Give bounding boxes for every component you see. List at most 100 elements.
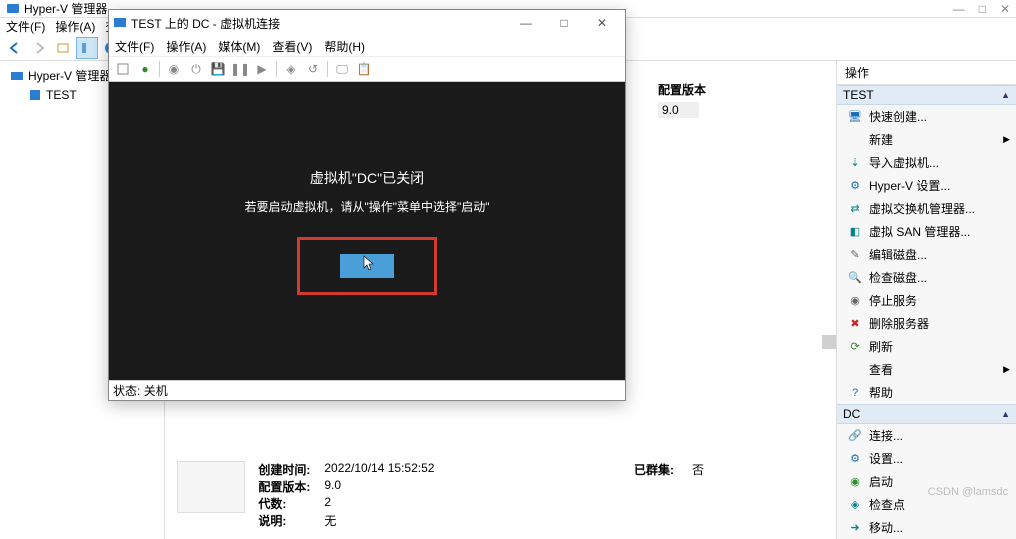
vm-window-title: TEST 上的 DC - 虚拟机连接 (131, 15, 503, 32)
tree-child-label: TEST (46, 88, 77, 102)
blank-icon (847, 132, 863, 148)
config-version-value: 9.0 (658, 102, 699, 118)
vm-shutdown-button[interactable]: ⏻ (186, 59, 206, 79)
vm-turnoff-button[interactable]: ◉ (164, 59, 184, 79)
submenu-arrow-icon: ▶ (1003, 134, 1010, 145)
vswitch-icon: ⇄ (847, 201, 863, 217)
blank-icon (847, 362, 863, 378)
vm-checkpoint-button[interactable]: ◈ (281, 59, 301, 79)
vm-reset-button[interactable]: ▶ (252, 59, 272, 79)
vm-menu-media[interactable]: 媒体(M) (218, 38, 260, 55)
connect-icon: 🔗 (847, 428, 863, 444)
action-new[interactable]: 新建▶ (837, 128, 1016, 151)
main-minimize-button[interactable]: — (953, 2, 965, 16)
action-vsan-mgr[interactable]: ◧虚拟 SAN 管理器... (837, 220, 1016, 243)
vm-status-value: 关机 (144, 382, 168, 399)
action-import-vm[interactable]: ⇣导入虚拟机... (837, 151, 1016, 174)
collapse-icon: ▲ (1001, 409, 1010, 419)
vm-pause-button[interactable]: ❚❚ (230, 59, 250, 79)
nav-back-button[interactable] (4, 37, 26, 59)
vm-enhanced-button[interactable]: 🖵 (332, 59, 352, 79)
vm-menu-file[interactable]: 文件(F) (115, 38, 154, 55)
vm-revert-button[interactable]: ↺ (303, 59, 323, 79)
watermark: CSDN @lamsdc (928, 486, 1008, 498)
action-refresh[interactable]: ⟳刷新 (837, 335, 1016, 358)
start-icon: ◉ (847, 474, 863, 490)
move-icon: ➜ (847, 520, 863, 536)
vm-save-button[interactable]: 💾 (208, 59, 228, 79)
action-settings[interactable]: ⚙设置... (837, 447, 1016, 470)
vm-menu-view[interactable]: 查看(V) (272, 38, 312, 55)
ctrl-alt-del-button[interactable] (113, 59, 133, 79)
created-value: 2022/10/14 15:52:52 (324, 461, 434, 478)
tree-root-label: Hyper-V 管理器 (28, 67, 111, 84)
action-help[interactable]: ?帮助 (837, 381, 1016, 404)
vm-hint-message: 若要启动虚拟机，请从"操作"菜单中选择"启动" (244, 198, 489, 215)
action-hv-settings[interactable]: ⚙Hyper-V 设置... (837, 174, 1016, 197)
vm-start-center-button[interactable] (340, 254, 394, 278)
action-group-dc[interactable]: DC▲ (837, 404, 1016, 424)
config-version-label: 配置版本 (658, 81, 706, 98)
action-edit-disk[interactable]: ✎编辑磁盘... (837, 243, 1016, 266)
vm-titlebar: TEST 上的 DC - 虚拟机连接 — □ ✕ (109, 10, 625, 36)
vm-start-button[interactable]: ● (135, 59, 155, 79)
action-remove-server[interactable]: ✖删除服务器 (837, 312, 1016, 335)
vm-minimize-button[interactable]: — (507, 11, 545, 35)
action-vswitch-mgr[interactable]: ⇄虚拟交换机管理器... (837, 197, 1016, 220)
vm-toolbar: ● ◉ ⏻ 💾 ❚❚ ▶ ◈ ↺ 🖵 📋 (109, 56, 625, 82)
vm-menu-action[interactable]: 操作(A) (166, 38, 206, 55)
toolbar-separator (159, 61, 160, 77)
vm-share-button[interactable]: 📋 (354, 59, 374, 79)
action-view[interactable]: 查看▶ (837, 358, 1016, 381)
vm-thumbnail (177, 461, 245, 513)
settings-icon: ⚙ (847, 451, 863, 467)
vm-close-button[interactable]: ✕ (583, 11, 621, 35)
action-connect[interactable]: 🔗连接... (837, 424, 1016, 447)
checkpoint-icon: ◈ (847, 497, 863, 513)
action-stop-service[interactable]: ◉停止服务 (837, 289, 1016, 312)
gen-label: 代数: (258, 495, 324, 512)
action-move[interactable]: ➜移动... (837, 516, 1016, 539)
clustered-row: 已群集: 否 (634, 461, 704, 478)
action-inspect-disk[interactable]: 🔍检查磁盘... (837, 266, 1016, 289)
main-window-controls: — □ ✕ (953, 2, 1010, 16)
server-group-icon (10, 69, 24, 83)
cfgver-value: 9.0 (324, 478, 341, 495)
clustered-label: 已群集: (634, 461, 692, 478)
created-label: 创建时间: (258, 461, 324, 478)
desc-label: 说明: (258, 512, 324, 529)
submenu-arrow-icon: ▶ (1003, 364, 1010, 375)
actions-pane: 操作 TEST▲ 🖥快速创建... 新建▶ ⇣导入虚拟机... ⚙Hyper-V… (836, 61, 1016, 539)
nav-up-button[interactable] (52, 37, 74, 59)
settings-icon: ⚙ (847, 178, 863, 194)
vm-menu-help[interactable]: 帮助(H) (324, 38, 365, 55)
menu-action[interactable]: 操作(A) (55, 18, 95, 35)
action-group-test[interactable]: TEST▲ (837, 85, 1016, 105)
actions-pane-title: 操作 (837, 61, 1016, 85)
vm-list-scrollbar[interactable] (822, 335, 836, 349)
vm-icon (113, 16, 127, 30)
show-hide-tree-button[interactable] (76, 37, 98, 59)
vm-off-message: 虚拟机"DC"已关闭 (310, 168, 424, 188)
vm-connection-window: TEST 上的 DC - 虚拟机连接 — □ ✕ 文件(F) 操作(A) 媒体(… (108, 9, 626, 401)
vm-display-area: 虚拟机"DC"已关闭 若要启动虚拟机，请从"操作"菜单中选择"启动" (109, 82, 625, 380)
main-close-button[interactable]: ✕ (1000, 2, 1010, 16)
menu-file[interactable]: 文件(F) (6, 18, 45, 35)
server-icon (28, 88, 42, 102)
toolbar-separator (276, 61, 277, 77)
vm-maximize-button[interactable]: □ (545, 11, 583, 35)
edit-disk-icon: ✎ (847, 247, 863, 263)
monitor-icon: 🖥 (847, 109, 863, 125)
inspect-disk-icon: 🔍 (847, 270, 863, 286)
desc-value: 无 (324, 512, 336, 529)
clustered-value: 否 (692, 461, 704, 478)
nav-forward-button[interactable] (28, 37, 50, 59)
config-version-column: 配置版本 9.0 (658, 81, 706, 118)
collapse-icon: ▲ (1001, 90, 1010, 100)
main-maximize-button[interactable]: □ (979, 2, 986, 16)
import-icon: ⇣ (847, 155, 863, 171)
help-icon: ? (847, 385, 863, 401)
delete-icon: ✖ (847, 316, 863, 332)
refresh-icon: ⟳ (847, 339, 863, 355)
action-quick-create[interactable]: 🖥快速创建... (837, 105, 1016, 128)
